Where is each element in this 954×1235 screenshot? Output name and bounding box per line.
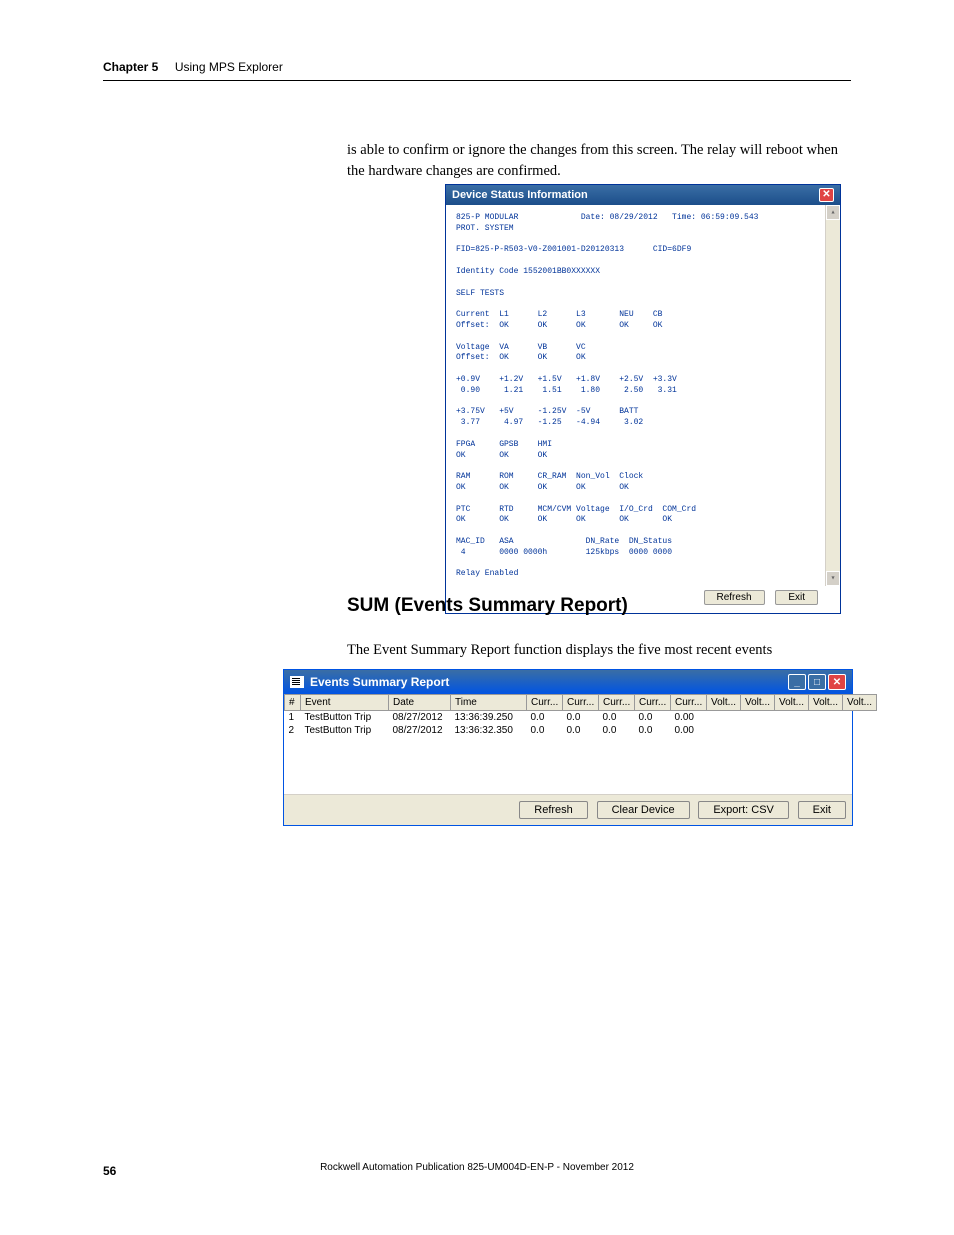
device-titlebar: Device Status Information ✕ bbox=[446, 185, 840, 205]
refresh-button[interactable]: Refresh bbox=[704, 590, 765, 605]
col-volt2[interactable]: Volt... bbox=[741, 695, 775, 711]
col-volt4[interactable]: Volt... bbox=[809, 695, 843, 711]
refresh-button[interactable]: Refresh bbox=[519, 801, 588, 819]
cell-v4 bbox=[809, 724, 843, 737]
cell-v1 bbox=[707, 711, 741, 725]
events-title: Events Summary Report bbox=[310, 675, 449, 689]
cell-time: 13:36:32.350 bbox=[451, 724, 527, 737]
cell-c1: 0.0 bbox=[527, 711, 563, 725]
cell-time: 13:36:39.250 bbox=[451, 711, 527, 725]
device-rows: Current L1 L2 L3 NEU CB Offset: OK OK OK… bbox=[456, 310, 696, 557]
col-volt1[interactable]: Volt... bbox=[707, 695, 741, 711]
col-curr5[interactable]: Curr... bbox=[671, 695, 707, 711]
col-curr3[interactable]: Curr... bbox=[599, 695, 635, 711]
exit-button[interactable]: Exit bbox=[798, 801, 846, 819]
page-header: Chapter 5 Using MPS Explorer bbox=[103, 58, 851, 81]
window-controls: _ □ ✕ bbox=[788, 674, 846, 690]
col-volt5[interactable]: Volt... bbox=[843, 695, 877, 711]
cell-c4: 0.0 bbox=[635, 711, 671, 725]
cell-c5: 0.00 bbox=[671, 724, 707, 737]
cell-v3 bbox=[775, 711, 809, 725]
export-csv-button[interactable]: Export: CSV bbox=[698, 801, 789, 819]
table-header-row: # Event Date Time Curr... Curr... Curr..… bbox=[285, 695, 877, 711]
cell-v2 bbox=[741, 711, 775, 725]
cell-v2 bbox=[741, 724, 775, 737]
col-event[interactable]: Event bbox=[301, 695, 389, 711]
col-curr1[interactable]: Curr... bbox=[527, 695, 563, 711]
cell-c3: 0.0 bbox=[599, 724, 635, 737]
device-status-window: Device Status Information ✕ 825-P MODULA… bbox=[445, 184, 841, 614]
scroll-up-icon[interactable]: ▴ bbox=[826, 205, 840, 220]
device-header-line: 825-P MODULAR Date: 08/29/2012 Time: 06:… bbox=[456, 213, 758, 233]
header-rule bbox=[103, 80, 851, 81]
cell-c4: 0.0 bbox=[635, 724, 671, 737]
cell-num: 1 bbox=[285, 711, 301, 725]
intro-paragraph: is able to confirm or ignore the changes… bbox=[347, 140, 851, 182]
cell-event: TestButton Trip bbox=[301, 724, 389, 737]
col-curr4[interactable]: Curr... bbox=[635, 695, 671, 711]
cell-event: TestButton Trip bbox=[301, 711, 389, 725]
scroll-down-icon[interactable]: ▾ bbox=[826, 571, 840, 586]
device-content: 825-P MODULAR Date: 08/29/2012 Time: 06:… bbox=[446, 205, 840, 586]
device-selftests-line: SELF TESTS bbox=[456, 289, 504, 298]
summary-paragraph: The Event Summary Report function displa… bbox=[347, 640, 851, 661]
cell-c3: 0.0 bbox=[599, 711, 635, 725]
cell-num: 2 bbox=[285, 724, 301, 737]
maximize-icon[interactable]: □ bbox=[808, 674, 826, 690]
section-heading: SUM (Events Summary Report) bbox=[347, 595, 628, 617]
cell-v3 bbox=[775, 724, 809, 737]
header-title: Using MPS Explorer bbox=[175, 60, 283, 74]
cell-date: 08/27/2012 bbox=[389, 711, 451, 725]
exit-button[interactable]: Exit bbox=[775, 590, 818, 605]
page-footer: 56 Rockwell Automation Publication 825-U… bbox=[103, 1162, 851, 1180]
device-relay-line: Relay Enabled bbox=[456, 569, 518, 578]
events-table: # Event Date Time Curr... Curr... Curr..… bbox=[284, 694, 877, 737]
close-icon[interactable]: ✕ bbox=[828, 674, 846, 690]
cell-v4 bbox=[809, 711, 843, 725]
col-num[interactable]: # bbox=[285, 695, 301, 711]
events-button-bar: Refresh Clear Device Export: CSV Exit bbox=[284, 794, 852, 825]
page-number: 56 bbox=[103, 1164, 116, 1178]
cell-v5 bbox=[843, 724, 877, 737]
clear-device-button[interactable]: Clear Device bbox=[597, 801, 690, 819]
cell-c2: 0.0 bbox=[563, 711, 599, 725]
cell-c5: 0.00 bbox=[671, 711, 707, 725]
publication-info: Rockwell Automation Publication 825-UM00… bbox=[320, 1162, 634, 1173]
table-row[interactable]: 1 TestButton Trip 08/27/2012 13:36:39.25… bbox=[285, 711, 877, 725]
scrollbar[interactable]: ▴ ▾ bbox=[825, 205, 840, 586]
col-curr2[interactable]: Curr... bbox=[563, 695, 599, 711]
cell-c2: 0.0 bbox=[563, 724, 599, 737]
cell-date: 08/27/2012 bbox=[389, 724, 451, 737]
device-identity-line: Identity Code 1552001BB0XXXXXX bbox=[456, 267, 600, 276]
cell-c1: 0.0 bbox=[527, 724, 563, 737]
events-body: # Event Date Time Curr... Curr... Curr..… bbox=[284, 694, 852, 794]
col-volt3[interactable]: Volt... bbox=[775, 695, 809, 711]
col-date[interactable]: Date bbox=[389, 695, 451, 711]
table-row[interactable]: 2 TestButton Trip 08/27/2012 13:36:32.35… bbox=[285, 724, 877, 737]
device-fid-line: FID=825-P-R503-V0-Z001001-D20120313 CID=… bbox=[456, 245, 691, 254]
cell-v1 bbox=[707, 724, 741, 737]
cell-v5 bbox=[843, 711, 877, 725]
close-icon[interactable]: ✕ bbox=[819, 188, 834, 202]
col-time[interactable]: Time bbox=[451, 695, 527, 711]
device-title: Device Status Information bbox=[452, 189, 588, 201]
events-titlebar: Events Summary Report _ □ ✕ bbox=[284, 670, 852, 694]
events-summary-window: Events Summary Report _ □ ✕ # Event Date… bbox=[283, 669, 853, 826]
chapter-label: Chapter 5 bbox=[103, 60, 158, 74]
report-icon bbox=[290, 676, 304, 688]
minimize-icon[interactable]: _ bbox=[788, 674, 806, 690]
